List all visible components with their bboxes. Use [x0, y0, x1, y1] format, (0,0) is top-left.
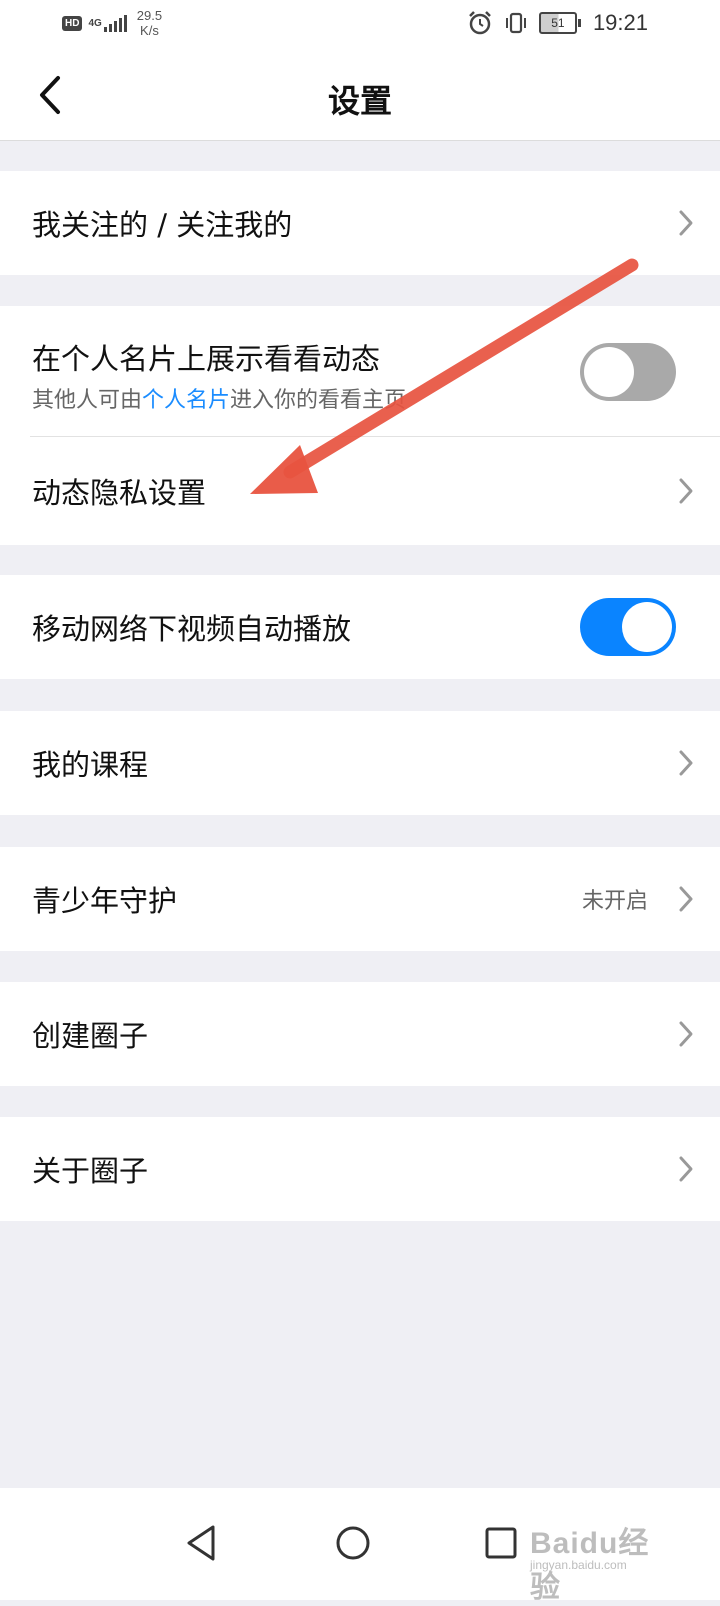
settings-row-courses[interactable]: 我的课程	[0, 711, 720, 815]
chevron-right-icon	[679, 1021, 693, 1047]
network-speed-value: 29.5	[136, 8, 163, 23]
row-label: 移动网络下视频自动播放	[32, 612, 352, 646]
network-speed-unit: K/s	[140, 23, 159, 38]
row-label: 青少年守护	[32, 884, 178, 918]
watermark-sub: jingyan.baidu.com	[530, 1558, 627, 1572]
settings-row-dynamics-privacy[interactable]: 动态隐私设置	[0, 437, 720, 545]
alarm-icon	[467, 10, 493, 36]
show-dynamics-toggle[interactable]	[580, 342, 676, 401]
settings-row-teen-protection[interactable]: 青少年守护 未开启	[0, 847, 720, 951]
row-label: 我的课程	[32, 748, 149, 782]
row-subtitle-suffix: 进入你的看看主页	[230, 388, 407, 413]
nav-home-icon	[336, 1526, 370, 1560]
teen-protection-status: 未开启	[581, 889, 648, 914]
row-subtitle: 其他人可由个人名片进入你的看看主页	[32, 382, 406, 414]
row-label: 关于圈子	[32, 1154, 149, 1188]
nav-recents-icon	[485, 1527, 517, 1559]
settings-group-autoplay: 移动网络下视频自动播放	[0, 575, 720, 679]
header: 设置	[0, 50, 720, 141]
chevron-right-icon	[679, 750, 693, 776]
vibrate-icon	[503, 10, 529, 36]
chevron-right-icon	[679, 1156, 693, 1182]
toggle-knob	[584, 346, 634, 397]
row-label: 创建圈子	[32, 1019, 149, 1053]
battery-icon: 51	[538, 12, 581, 34]
nav-recents-button[interactable]	[466, 1508, 536, 1578]
settings-group-teen: 青少年守护 未开启	[0, 847, 720, 951]
settings-row-create-circle[interactable]: 创建圈子	[0, 982, 720, 1086]
settings-row-show-dynamics: 在个人名片上展示看看动态 其他人可由个人名片进入你的看看主页	[0, 306, 720, 437]
network-speed: 29.5 K/s	[137, 8, 162, 38]
nav-back-button[interactable]	[166, 1508, 236, 1578]
nav-back-icon	[187, 1525, 215, 1561]
profile-card-link[interactable]: 个人名片	[142, 388, 230, 413]
settings-group-about-circle: 关于圈子	[0, 1117, 720, 1221]
system-nav-bar: Baidu经验 jingyan.baidu.com	[0, 1488, 720, 1604]
hd-badge: HD	[62, 15, 83, 31]
settings-group-courses: 我的课程	[0, 711, 720, 815]
row-subtitle-prefix: 其他人可由	[32, 388, 143, 413]
settings-row-about-circle[interactable]: 关于圈子	[0, 1117, 720, 1221]
page-title: 设置	[327, 82, 392, 120]
status-left: HD 4G 29.5 K/s	[62, 8, 162, 38]
signal-icon	[103, 14, 129, 32]
toggle-knob	[622, 602, 672, 652]
row-label: 我关注的 / 关注我的	[32, 208, 293, 242]
chevron-right-icon	[679, 210, 693, 236]
battery-level: 51	[538, 12, 577, 34]
settings-row-follow[interactable]: 我关注的 / 关注我的	[0, 171, 720, 275]
clock: 19:21	[592, 10, 648, 35]
row-label: 动态隐私设置	[32, 476, 207, 510]
autoplay-toggle[interactable]	[580, 598, 676, 656]
baidu-jingyan-watermark: Baidu经验 jingyan.baidu.com	[530, 1518, 680, 1604]
nav-home-button[interactable]	[318, 1508, 388, 1578]
status-bar: HD 4G 29.5 K/s 51 19:21	[0, 0, 720, 50]
settings-group-follow: 我关注的 / 关注我的	[0, 171, 720, 275]
settings-group-dynamics: 在个人名片上展示看看动态 其他人可由个人名片进入你的看看主页 动态隐私设置	[0, 306, 720, 545]
status-right: 51 19:21	[467, 10, 648, 36]
network-type: 4G	[88, 17, 102, 29]
chevron-right-icon	[679, 478, 693, 504]
row-label: 在个人名片上展示看看动态	[32, 342, 381, 376]
settings-group-create-circle: 创建圈子	[0, 982, 720, 1086]
settings-row-autoplay: 移动网络下视频自动播放	[0, 575, 720, 679]
chevron-right-icon	[679, 886, 693, 912]
